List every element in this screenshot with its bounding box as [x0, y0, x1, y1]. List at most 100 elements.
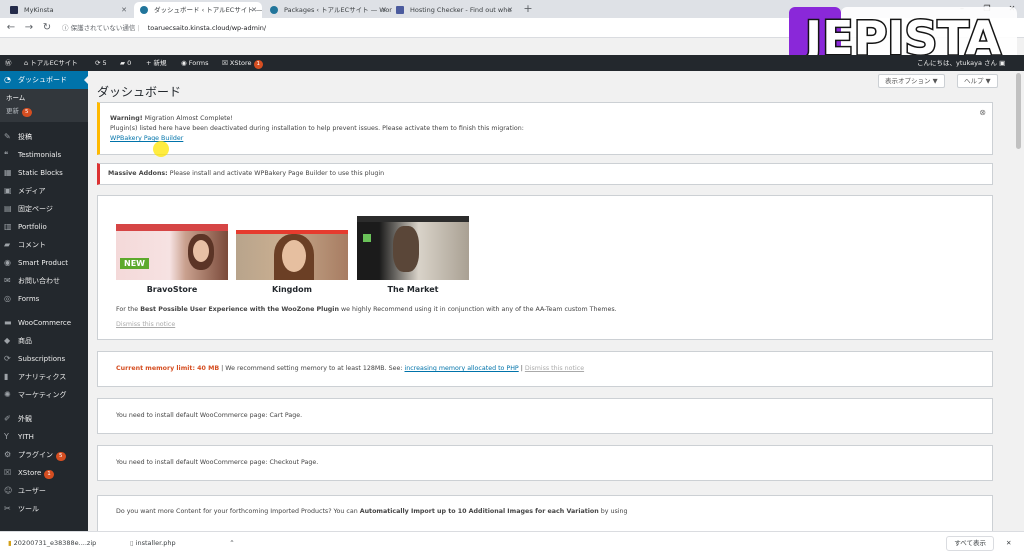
sidebar-item-testimonial[interactable]: ❝ Testimonials: [0, 146, 88, 164]
tab-mykinsta[interactable]: MyKinsta ✕: [4, 2, 132, 18]
sidebar-item-user[interactable]: ☺ ユーザー: [0, 482, 88, 500]
massive-addons-label: Massive Addons:: [108, 170, 168, 177]
bravostore-thumbnail: NEW: [116, 216, 228, 280]
site-name-link[interactable]: ⌂ トアルECサイト: [24, 55, 78, 71]
help-button[interactable]: ヘルプ ▼: [957, 74, 998, 88]
massive-addons-notice: Massive Addons: Please install and activ…: [97, 163, 993, 185]
memory-help-link[interactable]: increasing memory allocated to PHP: [404, 365, 518, 372]
sidebar-item-label: Testimonials: [18, 151, 62, 159]
theme-kingdom[interactable]: Kingdom: [236, 216, 348, 294]
theme-name: Kingdom: [272, 285, 312, 294]
new-label: 新規: [153, 59, 167, 67]
tab-hosting-checker[interactable]: Hosting Checker - Find out who ✕: [390, 2, 518, 18]
xstore-link[interactable]: ☒ XStore 1: [222, 55, 264, 71]
sidebar-item-plugin[interactable]: ⚙ プラグイン 5: [0, 446, 88, 464]
sidebar-item-dashboard[interactable]: ◔ ダッシュボード: [0, 71, 88, 89]
hosting-favicon-icon: [396, 6, 404, 14]
updates-link[interactable]: ⟳ 5: [95, 55, 107, 71]
show-all-downloads-button[interactable]: すべて表示: [946, 536, 994, 551]
sidebar-item-label: 外観: [18, 415, 32, 423]
memory-notice: Current memory limit: 40 MB | We recomme…: [97, 351, 993, 387]
sidebar-item-xstore[interactable]: ☒ XStore 1: [0, 464, 88, 482]
site-name: トアルECサイト: [30, 59, 78, 67]
download-item-zip[interactable]: ▮ 20200731_e38388e....zip: [8, 536, 123, 551]
dismiss-notice-link[interactable]: Dismiss this notice: [525, 365, 584, 372]
cursor-highlight: [153, 141, 169, 157]
woozone-bold: Best Possible User Experience with the W…: [140, 306, 339, 313]
forms-icon: ◉: [181, 59, 187, 67]
comment-icon: ▰: [4, 240, 11, 249]
woozone-post: we highly Recommend using it in conjunct…: [338, 306, 617, 313]
forward-icon[interactable]: →: [22, 21, 36, 35]
sidebar-item-mail[interactable]: ✉ お問い合わせ: [0, 272, 88, 290]
screen-options-button[interactable]: 表示オプション ▼: [878, 74, 945, 88]
sidebar-item-comment[interactable]: ▰ コメント: [0, 236, 88, 254]
sidebar-item-label: ツール: [18, 505, 39, 513]
sidebar-item-eye[interactable]: ◉ Smart Product: [0, 254, 88, 272]
sidebar-item-label: 商品: [18, 337, 32, 345]
comment-icon: ▰: [120, 59, 125, 67]
sidebar-item-product[interactable]: ◆ 商品: [0, 332, 88, 350]
sidebar-item-blocks[interactable]: ▦ Static Blocks: [0, 164, 88, 182]
migration-notice: Warning! Migration Almost Complete! Plug…: [97, 102, 993, 155]
back-icon[interactable]: ←: [4, 21, 18, 35]
close-icon[interactable]: ✕: [1006, 536, 1011, 551]
avatar: ▣: [999, 59, 1006, 67]
wordpress-logo-icon[interactable]: Ⓦ: [5, 55, 12, 71]
close-icon[interactable]: ✕: [381, 2, 387, 18]
reload-icon[interactable]: ↻: [40, 21, 54, 35]
sidebar-item-media[interactable]: ▣ メディア: [0, 182, 88, 200]
dismiss-icon[interactable]: ⊗: [979, 108, 986, 117]
tab-title: MyKinsta: [24, 6, 54, 14]
sidebar-item-marketing[interactable]: ✺ マーケティング: [0, 386, 88, 404]
sidebar-item-forms[interactable]: ◎ Forms: [0, 290, 88, 308]
updates-count: 5: [102, 59, 107, 67]
submenu-updates[interactable]: 更新 5: [0, 105, 88, 118]
chevron-up-icon[interactable]: ⌃: [224, 536, 240, 551]
close-icon[interactable]: ✕: [121, 2, 127, 18]
sidebar-item-label: 固定ページ: [18, 205, 53, 213]
close-icon[interactable]: ✕: [251, 2, 257, 18]
subscriptions-icon: ⟳: [4, 354, 11, 363]
theme-name: The Market: [387, 285, 439, 294]
sidebar-item-label: WooCommerce: [18, 319, 72, 327]
dismiss-notice-link[interactable]: Dismiss this notice: [116, 321, 175, 328]
wpbakery-link[interactable]: WPBakery Page Builder: [110, 135, 183, 142]
new-content-link[interactable]: + 新規: [146, 55, 167, 71]
pin-icon: ✎: [4, 132, 11, 141]
sidebar-item-subscriptions[interactable]: ⟳ Subscriptions: [0, 350, 88, 368]
sidebar-item-yith[interactable]: Y YITH: [0, 428, 88, 446]
sidebar-item-page[interactable]: ▤ 固定ページ: [0, 200, 88, 218]
xstore-label: XStore: [229, 59, 252, 67]
theme-name: BravoStore: [146, 285, 198, 294]
info-icon: ⓘ: [62, 24, 69, 32]
xstore-badge: 1: [253, 60, 264, 69]
sidebar-item-woo[interactable]: ▬ WooCommerce: [0, 314, 88, 332]
url-field[interactable]: ⓘ 保護されていない通信 | toaruecsaito.kinsta.cloud…: [62, 21, 762, 35]
yith-icon: Y: [4, 432, 9, 441]
close-icon[interactable]: ✕: [507, 2, 513, 18]
sidebar-item-portfolio[interactable]: ▥ Portfolio: [0, 218, 88, 236]
scrollbar-thumb[interactable]: [1016, 73, 1021, 149]
theme-the-market[interactable]: The Market: [357, 216, 469, 294]
sidebar-item-appearance[interactable]: ✐ 外観: [0, 410, 88, 428]
submenu-home[interactable]: ホーム: [0, 92, 88, 105]
theme-bravostore[interactable]: NEW BravoStore: [116, 216, 228, 294]
tab-dashboard[interactable]: ダッシュボード ‹ トアルECサイト — W ✕: [134, 2, 262, 18]
new-tab-button[interactable]: +: [521, 2, 535, 16]
sidebar-item-pin[interactable]: ✎ 投稿: [0, 128, 88, 146]
comments-link[interactable]: ▰ 0: [120, 55, 131, 71]
forms-icon: ◎: [4, 294, 11, 303]
user-icon: ☺: [4, 486, 13, 495]
forms-link[interactable]: ◉ Forms: [181, 55, 209, 71]
tab-packages[interactable]: Packages ‹ トアルECサイト — Word ✕: [264, 2, 392, 18]
greeting-link[interactable]: こんにちは、ytukaya さん ▣: [917, 55, 1005, 71]
import-pre: Do you want more Content for your forthc…: [116, 508, 360, 515]
sidebar-item-tools[interactable]: ✂ ツール: [0, 500, 88, 518]
sidebar-item-label: ダッシュボード: [18, 76, 67, 84]
woo-icon: ▬: [4, 318, 12, 327]
scrollbar[interactable]: [1013, 71, 1024, 531]
sidebar-item-label: Forms: [18, 295, 40, 303]
sidebar-item-label: Subscriptions: [18, 355, 66, 363]
sidebar-item-analytics[interactable]: ▮ アナリティクス: [0, 368, 88, 386]
